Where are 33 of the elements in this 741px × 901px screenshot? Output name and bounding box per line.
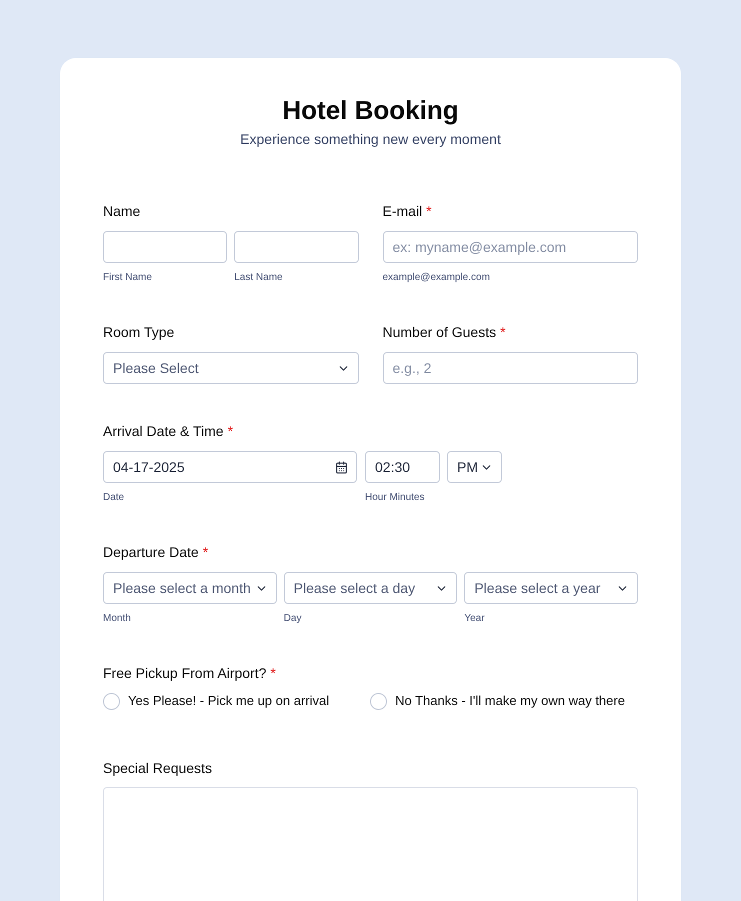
text-field[interactable] <box>103 231 228 263</box>
field-label: Special Requests <box>103 759 213 777</box>
text-field[interactable]: e.g., 2 <box>382 352 638 384</box>
field-label: E-mail * <box>382 202 433 220</box>
radio-option[interactable]: No Thanks - I'll make my own way there <box>370 692 625 710</box>
field-caption: Day <box>284 612 302 626</box>
field-caption: Year <box>464 612 486 626</box>
field-caption: Month <box>103 612 132 626</box>
text-field[interactable] <box>234 231 358 263</box>
form-title: Hotel Booking <box>282 94 459 126</box>
dropdown[interactable]: Please select a month <box>103 572 277 604</box>
field-label: Name <box>103 202 142 220</box>
time-field[interactable]: 02:30 <box>365 451 440 483</box>
date-field[interactable]: 04-17-2025 <box>103 451 357 483</box>
radio-option[interactable]: Yes Please! - Pick me up on arrival <box>103 692 330 710</box>
form-subtitle: Experience something new every moment <box>240 130 501 149</box>
text-field[interactable]: ex: myname@example.com <box>382 231 638 263</box>
field-caption: Date <box>103 491 126 505</box>
field-label: Arrival Date & Time * <box>103 422 234 440</box>
field-label: Number of Guests * <box>382 323 507 341</box>
field-caption: example@example.com <box>382 271 491 285</box>
field-label: Free Pickup From Airport? * <box>103 664 277 682</box>
field-caption: Hour Minutes <box>365 491 426 505</box>
field-caption: Last Name <box>234 271 284 285</box>
textarea-field[interactable] <box>103 787 638 901</box>
dropdown[interactable]: Please select a year <box>464 572 638 604</box>
field-label: Departure Date * <box>103 543 210 561</box>
calendar-icon <box>335 460 348 474</box>
dropdown[interactable]: PM <box>447 451 502 483</box>
dropdown[interactable]: Please select a day <box>284 572 458 604</box>
dropdown[interactable]: Please Select <box>103 352 358 384</box>
field-label: Room Type <box>103 323 176 341</box>
field-caption: First Name <box>103 271 153 285</box>
